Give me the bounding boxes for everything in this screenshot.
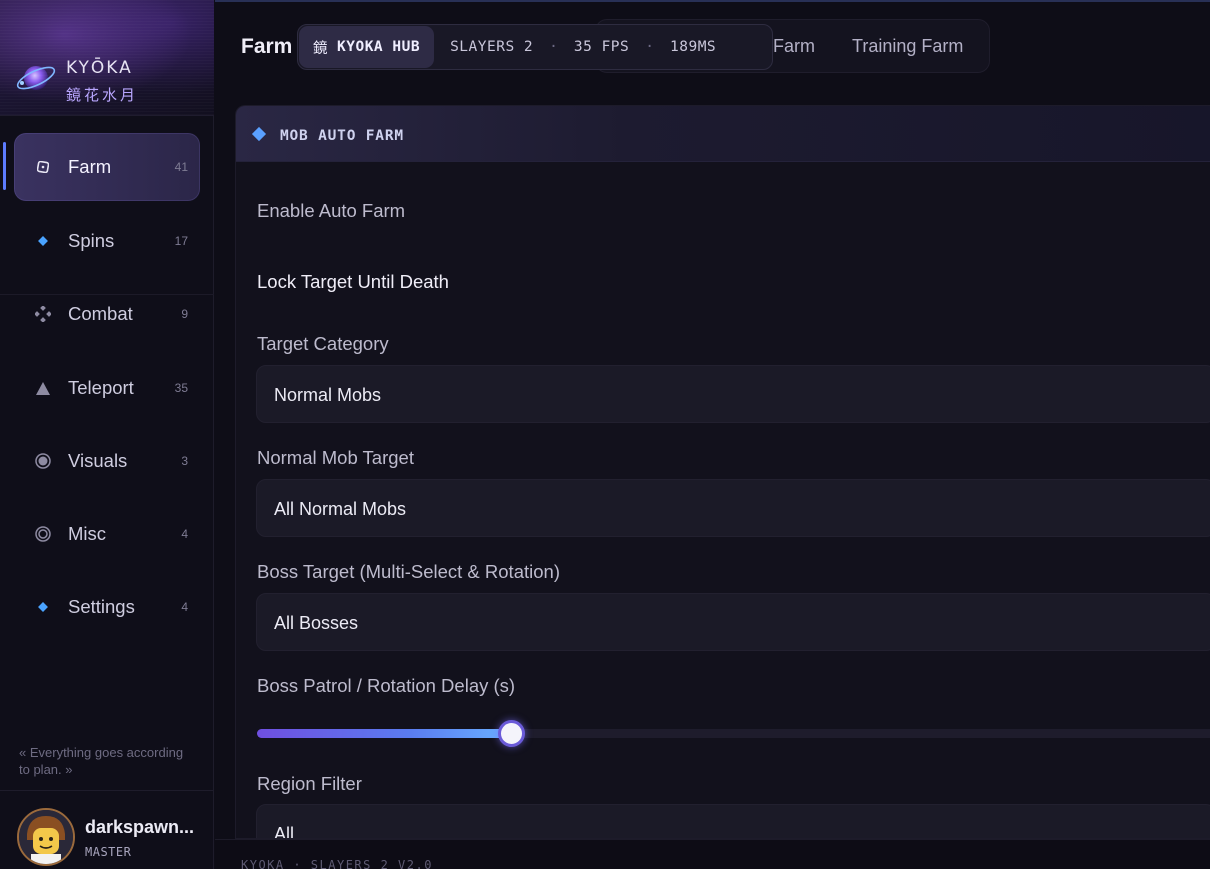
user-card[interactable]: darkspawn... MASTER [0,790,214,869]
dice-icon [34,158,52,176]
sidebar-item-label: Teleport [68,377,134,398]
sidebar-item-label: Visuals [68,450,128,471]
hud-separator: · [645,39,655,55]
triangle-icon [34,379,52,397]
target-category-select[interactable]: Normal Mobs [256,365,1210,423]
tab-farm[interactable]: Farm [773,36,815,57]
diamond-icon [34,232,52,250]
sidebar-item-teleport[interactable]: Teleport 35 [14,354,200,422]
sidebar-item-count: 4 [181,600,188,614]
sidebar: KYŌKA 鏡花水月 Farm 41 Spins 17 Combat 9 Tel… [0,0,214,869]
eye-icon [34,452,52,470]
sidebar-item-label: Misc [68,523,107,544]
normal-mob-target-label: Normal Mob Target [257,447,414,468]
region-filter-select[interactable]: All [256,804,1210,839]
sidebar-item-label: Farm [68,156,112,177]
tab-training-farm[interactable]: Training Farm [852,36,963,57]
crosshair-icon [34,305,52,323]
brand-name: KYŌKA [66,58,133,78]
sidebar-item-label: Settings [68,596,135,617]
sidebar-item-count: 3 [181,454,188,468]
sidebar-item-label: Combat [68,303,133,324]
sidebar-item-count: 17 [174,234,188,248]
sidebar-item-count: 4 [181,527,188,541]
sidebar-item-combat[interactable]: Combat 9 [14,280,200,348]
slider-fill [257,729,512,738]
hud-brand-label: KYOKA HUB [337,39,421,55]
enable-auto-farm-toggle[interactable]: Enable Auto Farm [257,200,405,222]
region-filter-label: Region Filter [257,773,362,794]
hud-fps: 35 FPS [573,39,630,55]
hud-kanji: 鏡 [313,40,328,57]
slider-thumb[interactable] [498,720,526,747]
username: darkspawn... [85,817,195,837]
select-value: All Bosses [274,613,359,633]
sidebar-item-misc[interactable]: Misc 4 [14,500,200,568]
hud-game: SLAYERS 2 [450,39,534,55]
brand-banner: KYŌKA 鏡花水月 [0,0,214,116]
main-panel: MOB AUTO FARM Enable Auto Farm Lock Targ… [235,105,1210,839]
active-indicator [3,142,6,190]
normal-mob-target-select[interactable]: All Normal Mobs [256,479,1210,537]
sidebar-item-count: 41 [174,160,188,174]
user-role: MASTER [85,845,132,859]
boss-delay-slider[interactable] [257,720,1210,747]
section-header[interactable]: MOB AUTO FARM [236,106,1210,162]
hud-brand-badge: 鏡 KYOKA HUB [299,26,435,68]
brand-subtitle: 鏡花水月 [66,86,139,104]
lock-target-toggle[interactable]: Lock Target Until Death [257,271,449,293]
diamond-icon [34,598,52,616]
select-value: Normal Mobs [274,385,382,405]
ring-icon [34,525,52,543]
boss-target-select[interactable]: All Bosses [256,593,1210,651]
sidebar-item-visuals[interactable]: Visuals 3 [14,427,200,495]
top-bar: Farm Farm Training Farm 鏡 KYOKA HUB SLAY… [215,0,1210,88]
hud-ping: 189MS [670,39,717,55]
hud-separator: · [549,39,558,55]
footer-version: KYOKA · SLAYERS 2 V2.0 [241,858,433,869]
sidebar-item-farm[interactable]: Farm 41 [14,133,200,201]
sidebar-item-spins[interactable]: Spins 17 [14,207,200,275]
section-title: MOB AUTO FARM [280,128,404,144]
target-category-label: Target Category [257,333,389,354]
sidebar-item-count: 35 [174,381,188,395]
select-value: All Normal Mobs [274,499,407,519]
avatar [17,808,75,866]
boss-target-label: Boss Target (Multi-Select & Rotation) [257,561,560,582]
sidebar-item-label: Spins [68,230,115,251]
sidebar-quote: « Everything goes according to plan. » [19,745,184,777]
sidebar-item-count: 9 [181,307,188,321]
select-value: All [274,824,295,839]
boss-delay-label: Boss Patrol / Rotation Delay (s) [257,675,516,696]
sidebar-item-settings[interactable]: Settings 4 [14,573,200,641]
app-window: KYŌKA 鏡花水月 Farm 41 Spins 17 Combat 9 Tel… [0,0,1210,869]
page-title: Farm [241,35,293,58]
diamond-icon [251,126,267,142]
kyoka-logo-icon [16,66,56,90]
footer: KYOKA · SLAYERS 2 V2.0 [215,839,1210,869]
status-hud: 鏡 KYOKA HUB SLAYERS 2 · 35 FPS · 189MS [297,24,773,70]
